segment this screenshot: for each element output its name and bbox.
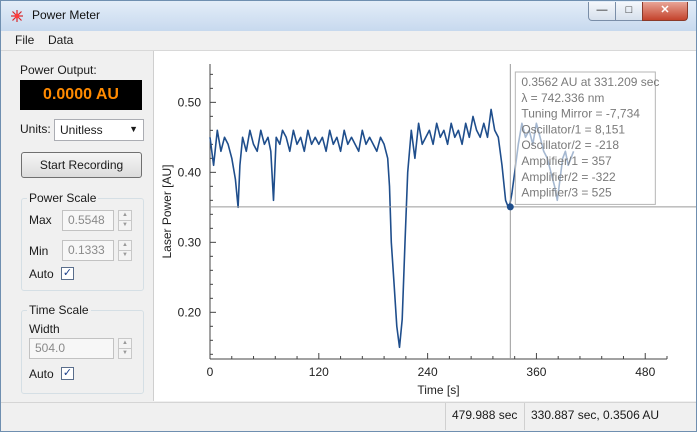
max-spinner[interactable]: ▲ ▼	[118, 210, 132, 231]
tooltip-line: Tuning Mirror = -7,734	[521, 107, 640, 121]
max-label: Max	[29, 213, 52, 227]
power-scale-title: Power Scale	[27, 191, 99, 205]
width-value: 504.0	[35, 341, 66, 355]
min-value: 0.1333	[68, 243, 105, 257]
tooltip-line: 0.3562 AU at 331.209 sec	[521, 75, 659, 89]
width-spinner[interactable]: ▲ ▼	[118, 338, 132, 359]
y-axis-title: Laser Power [AU]	[160, 164, 174, 258]
x-tick-label: 240	[418, 365, 438, 379]
close-button[interactable]: ✕	[642, 2, 688, 21]
checkmark-icon: ✓	[62, 267, 73, 279]
window-title: Power Meter	[32, 8, 101, 22]
time-auto-label: Auto	[29, 367, 54, 381]
tooltip-line: Amplifier/2 = -322	[521, 170, 616, 184]
width-input[interactable]: 504.0	[29, 338, 114, 359]
y-tick-label: 0.50	[178, 95, 202, 109]
close-icon: ✕	[660, 4, 670, 16]
width-label: Width	[29, 322, 60, 336]
x-tick-label: 120	[309, 365, 329, 379]
app-window: Power Meter — □ ✕ File Data Power Output…	[0, 0, 697, 432]
status-elapsed: 479.988 sec	[452, 408, 518, 422]
tooltip-line: Oscillator/1 = 8,151	[521, 122, 625, 136]
power-auto-label: Auto	[29, 267, 54, 281]
power-chart[interactable]: 0 120 240 360 480 0.20 0.30 0.40 0.50 Time [s] Las…	[154, 51, 696, 401]
tooltip-line: λ = 742.336 nm	[521, 91, 604, 105]
x-tick-label: 360	[526, 365, 546, 379]
time-scale-title: Time Scale	[27, 303, 91, 317]
power-output-value: 0.0000 AU	[43, 86, 119, 103]
min-input[interactable]: 0.1333	[62, 240, 114, 261]
chevron-down-icon: ▼	[129, 124, 138, 134]
x-tick-label: 0	[207, 365, 214, 379]
y-tick-label: 0.30	[178, 235, 202, 249]
x-tick-label: 480	[635, 365, 655, 379]
power-output-display: 0.0000 AU	[20, 80, 142, 110]
x-axis-title: Time [s]	[417, 383, 459, 397]
status-separator	[524, 403, 525, 430]
menu-data[interactable]: Data	[48, 33, 73, 47]
tooltip-line: Amplifier/1 = 357	[521, 154, 612, 168]
crosshair-marker	[506, 203, 514, 211]
status-cursor: 330.887 sec, 0.3506 AU	[531, 408, 660, 422]
spin-down-icon[interactable]: ▼	[118, 348, 132, 359]
maximize-icon: □	[625, 4, 633, 16]
status-separator	[445, 403, 446, 430]
minimize-button[interactable]: —	[588, 2, 616, 21]
max-value: 0.5548	[68, 213, 105, 227]
menu-file[interactable]: File	[15, 33, 34, 47]
y-tick-label: 0.20	[178, 305, 202, 319]
power-auto-checkbox[interactable]: ✓	[61, 267, 74, 280]
title-bar[interactable]: Power Meter — □ ✕	[1, 1, 696, 31]
units-selected-value: Unitless	[60, 123, 103, 137]
spin-down-icon[interactable]: ▼	[118, 250, 132, 261]
y-tick-label: 0.40	[178, 165, 202, 179]
spin-down-icon[interactable]: ▼	[118, 220, 132, 231]
max-input[interactable]: 0.5548	[62, 210, 114, 231]
menu-bar: File Data	[1, 31, 696, 51]
tooltip-line: Amplifier/3 = 525	[521, 186, 612, 200]
min-label: Min	[29, 244, 49, 258]
tooltip-line: Oscillator/2 = -218	[521, 138, 619, 152]
min-spinner[interactable]: ▲ ▼	[118, 240, 132, 261]
start-recording-label: Start Recording	[39, 158, 124, 172]
plot-panel: 0 120 240 360 480 0.20 0.30 0.40 0.50 Time [s] Las…	[154, 51, 696, 401]
power-output-label: Power Output:	[20, 63, 97, 77]
units-label: Units:	[20, 122, 51, 136]
units-select[interactable]: Unitless ▼	[54, 119, 144, 141]
minimize-icon: —	[596, 4, 608, 16]
laser-icon	[11, 10, 23, 22]
checkmark-icon: ✓	[62, 367, 73, 379]
time-auto-checkbox[interactable]: ✓	[61, 367, 74, 380]
start-recording-button[interactable]: Start Recording	[21, 152, 142, 178]
maximize-button[interactable]: □	[615, 2, 643, 21]
